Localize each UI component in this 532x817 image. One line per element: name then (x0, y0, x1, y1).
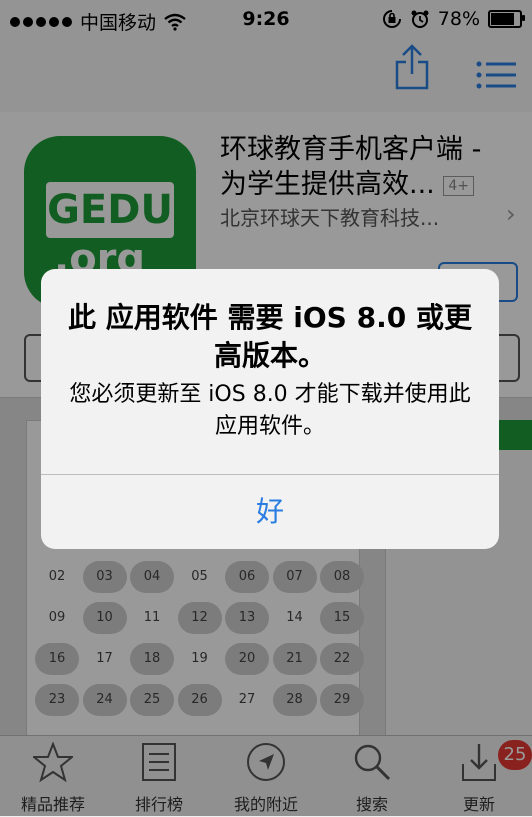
alert-title: 此 应用软件 需要 iOS 8.0 或更高版本。 (68, 301, 472, 372)
alert-dialog: 此 应用软件 需要 iOS 8.0 或更高版本。 您必须更新至 iOS 8.0 … (41, 269, 499, 549)
ok-button[interactable]: 好 (41, 475, 499, 549)
alert-message: 您必须更新至 iOS 8.0 才能下载并使用此 应用软件。 (69, 382, 471, 439)
app-store-screen: 中国移动 9:26 78% GEDU .org 环球教育手机客户端 - 为学生提… (0, 0, 532, 817)
